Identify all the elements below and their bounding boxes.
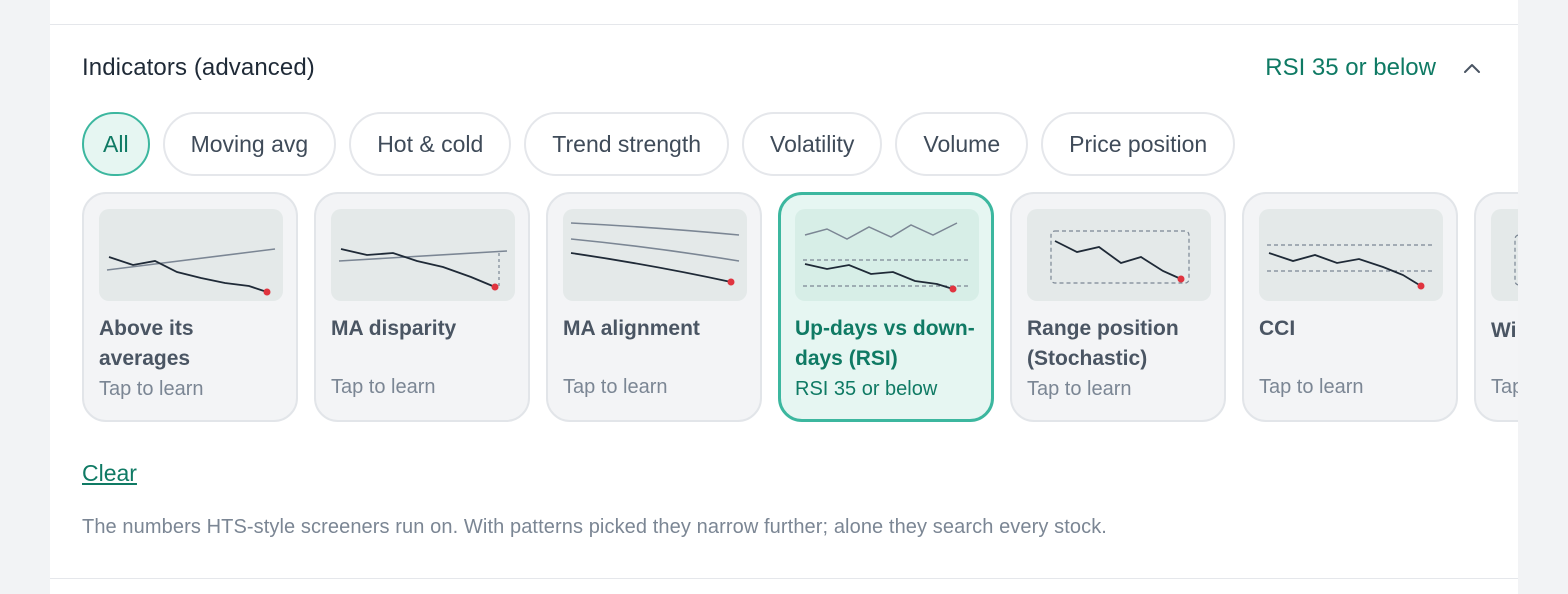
card-subtitle: Tap to learn: [331, 376, 436, 398]
chevron-up-icon: [1464, 64, 1480, 73]
rsi-icon: [795, 209, 979, 301]
card-title: MA alignment: [563, 317, 700, 340]
chip-volatility[interactable]: Volatility: [742, 112, 883, 176]
section-title: Indicators (advanced): [82, 54, 315, 81]
divider: [50, 24, 1518, 25]
card-title: MA disparity: [331, 317, 457, 340]
chip-moving-avg[interactable]: Moving avg: [162, 112, 337, 176]
indicator-card-williams[interactable]: Wi Tap: [1474, 192, 1518, 422]
card-subtitle: Tap to learn: [99, 378, 204, 400]
ma-alignment-icon: [563, 209, 747, 301]
cci-icon: [1259, 209, 1443, 301]
help-text: The numbers HTS-style screeners run on. …: [82, 516, 1107, 538]
card-title: Wi: [1491, 319, 1517, 342]
clear-link[interactable]: Clear: [82, 460, 137, 487]
selected-summary: RSI 35 or below: [1265, 54, 1436, 81]
indicator-card-rsi[interactable]: Up-days vs down-days (RSI) RSI 35 or bel…: [778, 192, 994, 422]
divider: [50, 578, 1518, 579]
card-subtitle: RSI 35 or below: [795, 378, 938, 400]
williams-icon: [1491, 209, 1518, 301]
card-subtitle: Tap to learn: [1027, 378, 1132, 400]
indicator-card-ma-alignment[interactable]: MA alignment Tap to learn: [546, 192, 762, 422]
indicator-card-cci[interactable]: CCI Tap to learn: [1242, 192, 1458, 422]
indicator-cards: Above its averages Tap to learn MA dispa…: [82, 192, 1518, 424]
card-title: Above its averages: [99, 317, 194, 370]
indicator-card-above-averages[interactable]: Above its averages Tap to learn: [82, 192, 298, 422]
indicator-card-stochastic[interactable]: Range position (Stochastic) Tap to learn: [1010, 192, 1226, 422]
chip-trend-strength[interactable]: Trend strength: [524, 112, 730, 176]
indicator-card-ma-disparity[interactable]: MA disparity Tap to learn: [314, 192, 530, 422]
indicators-panel: Indicators (advanced) RSI 35 or below Al…: [50, 0, 1518, 594]
card-subtitle: Tap to learn: [563, 376, 668, 398]
card-title: Up-days vs down-days (RSI): [795, 317, 975, 370]
card-title: Range position (Stochastic): [1027, 317, 1179, 370]
collapse-button[interactable]: [1460, 57, 1484, 81]
card-subtitle: Tap: [1491, 376, 1518, 398]
card-subtitle: Tap to learn: [1259, 376, 1364, 398]
chip-price-position[interactable]: Price position: [1041, 112, 1236, 176]
chip-volume[interactable]: Volume: [895, 112, 1029, 176]
category-filter-chips: All Moving avg Hot & cold Trend strength…: [82, 112, 1236, 176]
ma-disparity-icon: [331, 209, 515, 301]
chip-all[interactable]: All: [82, 112, 150, 176]
price-crossing-averages-icon: [99, 209, 283, 301]
card-title: CCI: [1259, 317, 1296, 340]
stochastic-icon: [1027, 209, 1211, 301]
chip-hot-cold[interactable]: Hot & cold: [349, 112, 512, 176]
